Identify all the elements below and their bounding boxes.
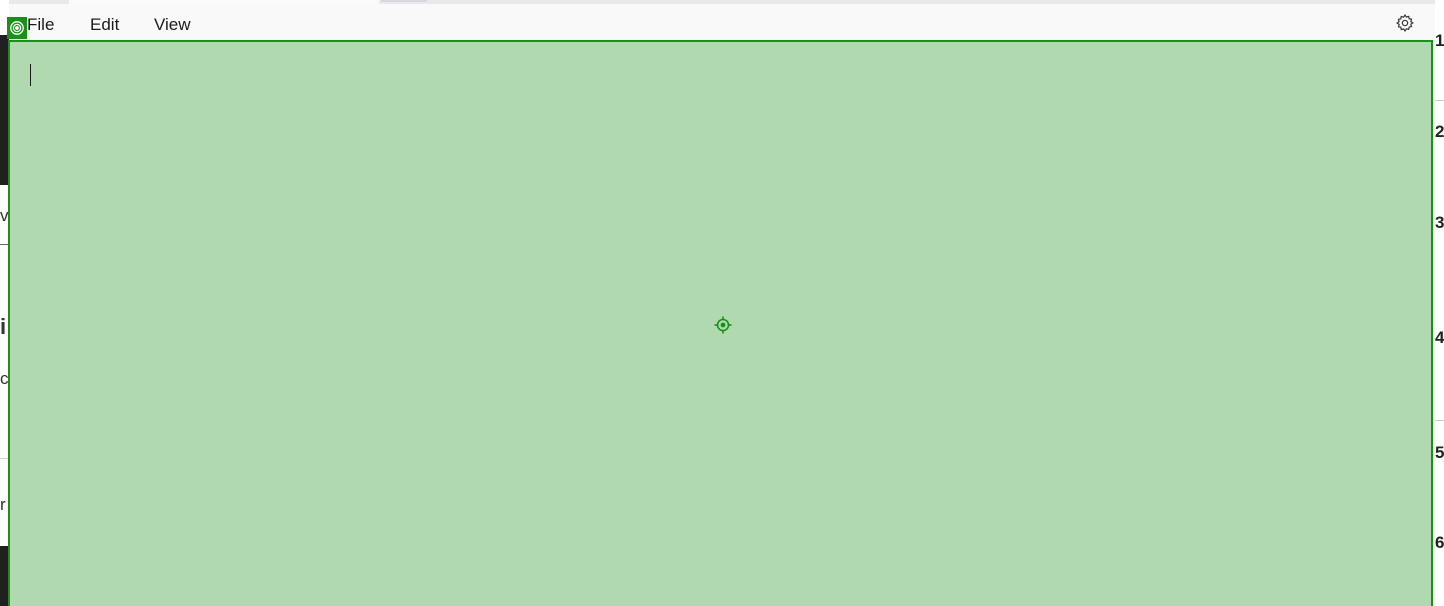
target-icon — [10, 21, 24, 35]
gear-icon — [1396, 14, 1414, 32]
background-line-number: 6 — [1435, 533, 1444, 552]
background-line-number: 4 — [1435, 328, 1444, 347]
text-caret — [30, 64, 31, 86]
background-text: i — [0, 314, 7, 339]
menu-edit[interactable]: Edit — [90, 15, 119, 35]
settings-button[interactable] — [1394, 12, 1416, 34]
background-line-number: 2 — [1435, 122, 1444, 141]
background-line-number: 1 — [1435, 31, 1444, 50]
menu-bar: File Edit View — [9, 4, 1435, 40]
background-divider — [1435, 420, 1444, 421]
menu-file[interactable]: File — [27, 15, 54, 35]
overlay-badge — [7, 17, 27, 39]
background-line-number: 3 — [1435, 213, 1444, 232]
background-window-right: 1 2 3 4 5 6 — [1435, 0, 1444, 606]
crosshair-icon — [714, 316, 732, 334]
menu-view[interactable]: View — [154, 15, 191, 35]
tab-new[interactable] — [381, 0, 427, 2]
text-editor[interactable] — [8, 40, 1433, 606]
background-divider — [1435, 100, 1444, 101]
background-text: r — [0, 495, 6, 514]
background-line-number: 5 — [1435, 443, 1444, 462]
screen: v i c r 1 2 3 4 5 6 File Edit View — [0, 0, 1444, 606]
